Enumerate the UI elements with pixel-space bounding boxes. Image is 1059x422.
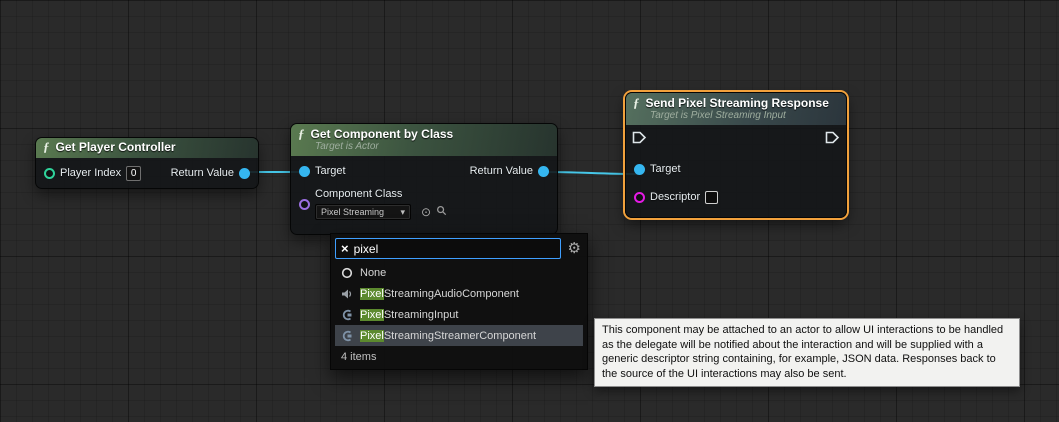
search-box[interactable]: × bbox=[335, 238, 561, 259]
use-selected-icon[interactable]: ⊙ bbox=[421, 206, 431, 218]
chevron-down-icon: ▾ bbox=[400, 207, 405, 218]
descriptor-label: Descriptor bbox=[650, 191, 700, 203]
node-title: Get Component by Class bbox=[311, 127, 454, 141]
pin-row: Target bbox=[626, 155, 846, 183]
player-index-label: Player Index bbox=[60, 167, 121, 179]
node-subtitle: Target is Pixel Streaming Input bbox=[650, 110, 838, 121]
function-icon: ƒ bbox=[298, 128, 305, 140]
class-name: PixelStreamingAudioComponent bbox=[360, 288, 519, 300]
class-search-input[interactable] bbox=[354, 242, 555, 256]
target-label: Target bbox=[650, 163, 681, 175]
component-class-label: Component Class bbox=[315, 188, 447, 200]
return-value-pin[interactable] bbox=[538, 166, 549, 177]
return-value-pin[interactable] bbox=[239, 168, 250, 179]
descriptor-input[interactable] bbox=[705, 191, 718, 204]
component-description-tooltip: This component may be attached to an act… bbox=[594, 318, 1020, 387]
pin-row: Target Return Value bbox=[291, 156, 557, 186]
node-title: Get Player Controller bbox=[56, 140, 176, 154]
component-icon bbox=[340, 330, 354, 342]
none-icon bbox=[340, 267, 354, 279]
descriptor-pin[interactable] bbox=[634, 192, 645, 203]
class-name: PixelStreamingStreamerComponent bbox=[360, 330, 536, 342]
target-label: Target bbox=[315, 165, 346, 177]
return-value-label: Return Value bbox=[470, 165, 533, 177]
class-name: None bbox=[360, 267, 386, 279]
component-class-dropdown[interactable]: Pixel Streaming ▾ bbox=[315, 204, 411, 220]
return-value-label: Return Value bbox=[171, 167, 234, 179]
node-send-pixel-streaming-response[interactable]: ƒ Send Pixel Streaming Response Target i… bbox=[625, 92, 847, 218]
node-get-component-by-class[interactable]: ƒ Get Component by Class Target is Actor… bbox=[290, 123, 558, 235]
blueprint-graph[interactable]: ƒ Get Player Controller Player Index 0 R… bbox=[0, 0, 1059, 422]
browse-icon[interactable] bbox=[436, 203, 447, 221]
class-picker-popup: × ⚙ None PixelStreamingAudioComponent bbox=[330, 233, 588, 370]
class-name: PixelStreamingInput bbox=[360, 309, 458, 321]
pin-row: Descriptor bbox=[626, 183, 846, 211]
node-get-player-controller[interactable]: ƒ Get Player Controller Player Index 0 R… bbox=[35, 137, 259, 189]
audio-component-icon bbox=[340, 288, 354, 300]
component-class-pin[interactable] bbox=[299, 199, 310, 210]
exec-out-pin[interactable] bbox=[825, 131, 840, 149]
class-picker-item-streamer-component[interactable]: PixelStreamingStreamerComponent bbox=[335, 325, 583, 346]
node-header: ƒ Get Component by Class Target is Actor bbox=[291, 124, 557, 156]
exec-in-pin[interactable] bbox=[632, 131, 647, 149]
exec-pin-row bbox=[626, 125, 846, 155]
node-subtitle: Target is Actor bbox=[315, 141, 549, 152]
component-icon bbox=[340, 309, 354, 321]
class-picker-item-audio-component[interactable]: PixelStreamingAudioComponent bbox=[335, 283, 583, 304]
class-picker-search-row: × ⚙ bbox=[335, 238, 583, 259]
wire-returnvalue-to-target[interactable] bbox=[544, 172, 638, 174]
component-class-value: Pixel Streaming bbox=[321, 207, 395, 217]
function-icon: ƒ bbox=[633, 97, 640, 109]
pin-row: Player Index 0 Return Value bbox=[36, 158, 258, 188]
target-pin[interactable] bbox=[634, 164, 645, 175]
component-class-row: Component Class Pixel Streaming ▾ ⊙ bbox=[291, 188, 557, 221]
function-icon: ƒ bbox=[43, 141, 50, 153]
item-count: 4 items bbox=[335, 346, 583, 367]
gear-icon[interactable]: ⚙ bbox=[568, 241, 581, 256]
player-index-input[interactable]: 0 bbox=[126, 166, 141, 181]
target-pin[interactable] bbox=[299, 166, 310, 177]
node-header: ƒ Get Player Controller bbox=[36, 138, 258, 158]
node-title: Send Pixel Streaming Response bbox=[646, 96, 829, 110]
class-picker-item-none[interactable]: None bbox=[335, 262, 583, 283]
player-index-pin[interactable] bbox=[44, 168, 55, 179]
clear-search-icon[interactable]: × bbox=[341, 242, 349, 255]
class-picker-item-input[interactable]: PixelStreamingInput bbox=[335, 304, 583, 325]
node-header: ƒ Send Pixel Streaming Response Target i… bbox=[626, 93, 846, 125]
